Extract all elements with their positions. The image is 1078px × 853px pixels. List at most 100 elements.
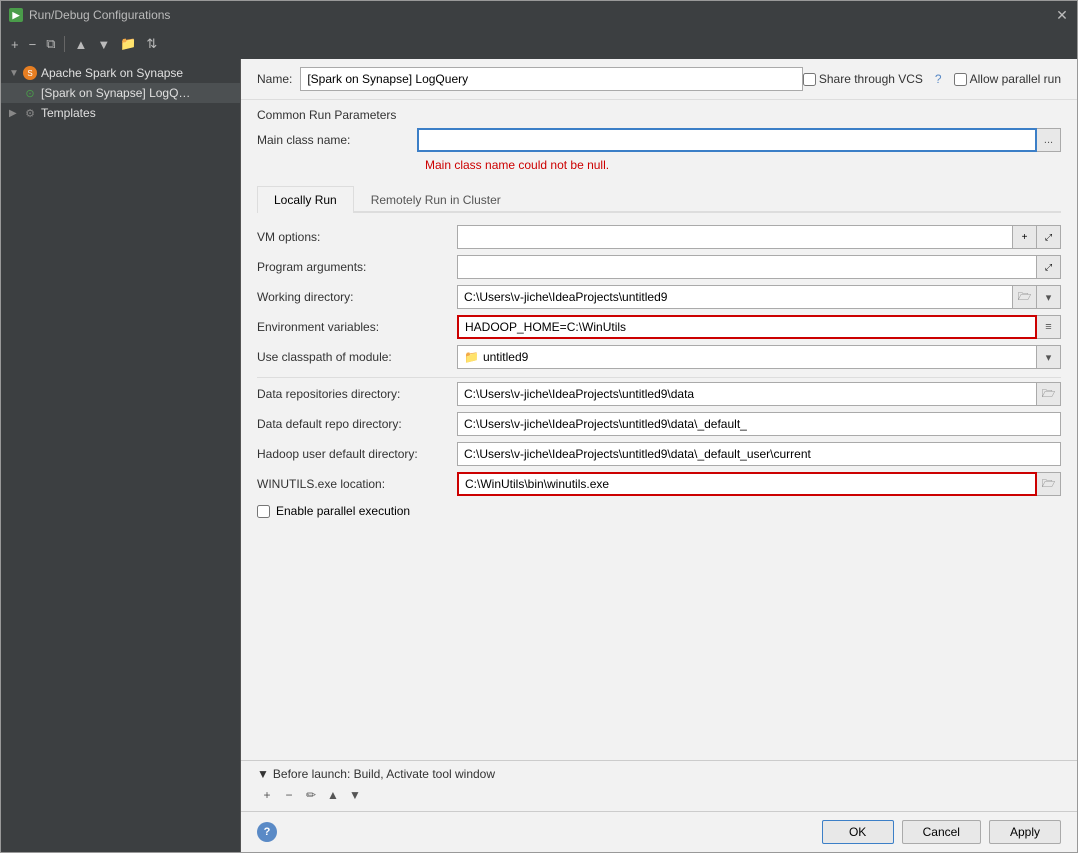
- remove-config-button[interactable]: −: [25, 35, 41, 54]
- templates-arrow-icon: ▶: [9, 108, 19, 119]
- winutils-input[interactable]: [457, 472, 1037, 496]
- sidebar-item-templates[interactable]: ▶ ⚙ Templates: [1, 103, 240, 123]
- name-label: Name:: [257, 72, 292, 86]
- hadoop-user-input-wrap: [457, 442, 1061, 466]
- dialog-title: Run/Debug Configurations: [29, 8, 170, 22]
- help-button[interactable]: ?: [257, 822, 277, 842]
- env-vars-input[interactable]: [457, 315, 1037, 339]
- before-launch-section: ▼ Before launch: Build, Activate tool wi…: [241, 760, 1077, 811]
- common-params-title: Common Run Parameters: [257, 108, 1061, 122]
- before-launch-edit-btn[interactable]: ✏: [301, 785, 321, 805]
- program-args-expand-btn[interactable]: ⤢: [1037, 255, 1061, 279]
- apply-button[interactable]: Apply: [989, 820, 1061, 844]
- share-vcs-checkbox[interactable]: [803, 73, 816, 86]
- allow-parallel-label[interactable]: Allow parallel run: [954, 72, 1061, 86]
- program-args-input-wrap: ⤢: [457, 255, 1061, 279]
- data-repos-browse-btn[interactable]: 🗁: [1037, 382, 1061, 406]
- title-bar: ▶ Run/Debug Configurations ✕: [1, 1, 1077, 29]
- sidebar-item-spark-label: Apache Spark on Synapse: [41, 66, 183, 80]
- working-dir-row: Working directory: 🗁 ▾: [257, 285, 1061, 309]
- working-dir-folder-btn[interactable]: 🗁: [1013, 285, 1037, 309]
- vm-expand-btn2[interactable]: ⤢: [1037, 225, 1061, 249]
- close-button[interactable]: ✕: [1055, 8, 1069, 22]
- working-dir-input-wrap: 🗁 ▾: [457, 285, 1061, 309]
- sort-up-button[interactable]: ▲: [70, 35, 91, 54]
- sidebar-item-logquery-label: [Spark on Synapse] LogQuery: [41, 86, 191, 100]
- classpath-dropdown-btn[interactable]: ▾: [1037, 345, 1061, 369]
- allow-parallel-checkbox[interactable]: [954, 73, 967, 86]
- data-default-repo-label: Data default repo directory:: [257, 417, 457, 431]
- data-repos-label: Data repositories directory:: [257, 387, 457, 401]
- cancel-button[interactable]: Cancel: [902, 820, 981, 844]
- env-vars-edit-btn[interactable]: ≡: [1037, 315, 1061, 339]
- vm-options-row: VM options: + ⤢: [257, 225, 1061, 249]
- env-vars-input-wrap: ≡: [457, 315, 1061, 339]
- before-launch-remove-btn[interactable]: −: [279, 785, 299, 805]
- before-launch-add-btn[interactable]: +: [257, 785, 277, 805]
- env-vars-label: Environment variables:: [257, 320, 457, 334]
- name-left: Name:: [257, 67, 803, 91]
- main-content: ▼ S Apache Spark on Synapse ⊙ [Spark on …: [1, 59, 1077, 852]
- program-args-label: Program arguments:: [257, 260, 457, 274]
- vm-options-input[interactable]: [457, 225, 1013, 249]
- vm-expand-btn[interactable]: +: [1013, 225, 1037, 249]
- main-class-browse-btn[interactable]: ...: [1037, 128, 1061, 152]
- before-launch-header[interactable]: ▼ Before launch: Build, Activate tool wi…: [257, 767, 1061, 781]
- before-launch-label: Before launch: Build, Activate tool wind…: [273, 767, 495, 781]
- sidebar-item-spark-group[interactable]: ▼ S Apache Spark on Synapse: [1, 63, 240, 83]
- copy-config-button[interactable]: ⧉: [42, 34, 59, 54]
- classpath-module-value: untitled9: [483, 350, 528, 364]
- before-launch-down-btn[interactable]: ▼: [345, 785, 365, 805]
- run-debug-dialog: ▶ Run/Debug Configurations ✕ + − ⧉ ▲ ▼ 📁…: [0, 0, 1078, 853]
- data-default-repo-input-wrap: [457, 412, 1061, 436]
- name-input[interactable]: [300, 67, 803, 91]
- sidebar-item-templates-label: Templates: [41, 106, 96, 120]
- working-dir-input[interactable]: [457, 285, 1013, 309]
- main-class-row: Main class name: ...: [257, 128, 1061, 152]
- dialog-icon: ▶: [9, 8, 23, 22]
- data-repos-row: Data repositories directory: 🗁: [257, 382, 1061, 406]
- move-to-folder-button[interactable]: 📁: [116, 34, 140, 54]
- vm-options-label: VM options:: [257, 230, 457, 244]
- vm-options-input-wrap: + ⤢: [457, 225, 1061, 249]
- hadoop-user-input[interactable]: [457, 442, 1061, 466]
- classpath-module-select-wrap: 📁 untitled9 ▾: [457, 345, 1061, 369]
- classpath-module-field: 📁 untitled9: [457, 345, 1037, 369]
- share-help-icon[interactable]: ?: [935, 72, 942, 86]
- bottom-right: OK Cancel Apply: [822, 820, 1061, 844]
- share-vcs-label[interactable]: Share through VCS: [803, 72, 923, 86]
- spark-group-icon: S: [23, 66, 37, 80]
- main-class-input[interactable]: [417, 128, 1037, 152]
- name-and-share-row: Name: Share through VCS ? Allow parallel…: [257, 67, 1061, 99]
- data-repos-input-wrap: 🗁: [457, 382, 1061, 406]
- before-launch-collapse-icon: ▼: [257, 767, 269, 781]
- add-config-button[interactable]: +: [7, 35, 23, 54]
- before-launch-up-btn[interactable]: ▲: [323, 785, 343, 805]
- config-icon: ⊙: [23, 86, 37, 100]
- program-args-input[interactable]: [457, 255, 1037, 279]
- hadoop-user-row: Hadoop user default directory:: [257, 442, 1061, 466]
- classpath-module-label: Use classpath of module:: [257, 350, 457, 364]
- data-repos-input[interactable]: [457, 382, 1037, 406]
- winutils-input-wrap: 🗁: [457, 472, 1061, 496]
- working-dir-dropdown-btn[interactable]: ▾: [1037, 285, 1061, 309]
- toolbar: + − ⧉ ▲ ▼ 📁 ⇅: [1, 29, 1077, 59]
- name-right: Share through VCS ? Allow parallel run: [803, 72, 1061, 86]
- winutils-browse-btn[interactable]: 🗁: [1037, 472, 1061, 496]
- enable-parallel-row: Enable parallel execution: [257, 504, 1061, 518]
- sort-down-button[interactable]: ▼: [93, 35, 114, 54]
- sidebar-item-logquery[interactable]: ⊙ [Spark on Synapse] LogQuery: [1, 83, 240, 103]
- name-section: Name: Share through VCS ? Allow parallel…: [241, 59, 1077, 100]
- toolbar-separator-1: [64, 36, 65, 52]
- tab-locally-run[interactable]: Locally Run: [257, 186, 354, 213]
- title-bar-left: ▶ Run/Debug Configurations: [9, 8, 170, 22]
- program-args-row: Program arguments: ⤢: [257, 255, 1061, 279]
- winutils-row: WINUTILS.exe location: 🗁: [257, 472, 1061, 496]
- enable-parallel-checkbox[interactable]: [257, 505, 270, 518]
- tab-remotely-run[interactable]: Remotely Run in Cluster: [354, 186, 518, 213]
- main-class-label: Main class name:: [257, 133, 417, 147]
- data-default-repo-input[interactable]: [457, 412, 1061, 436]
- ok-button[interactable]: OK: [822, 820, 894, 844]
- bottom-bar: ? OK Cancel Apply: [241, 811, 1077, 852]
- sort-all-button[interactable]: ⇅: [142, 34, 161, 54]
